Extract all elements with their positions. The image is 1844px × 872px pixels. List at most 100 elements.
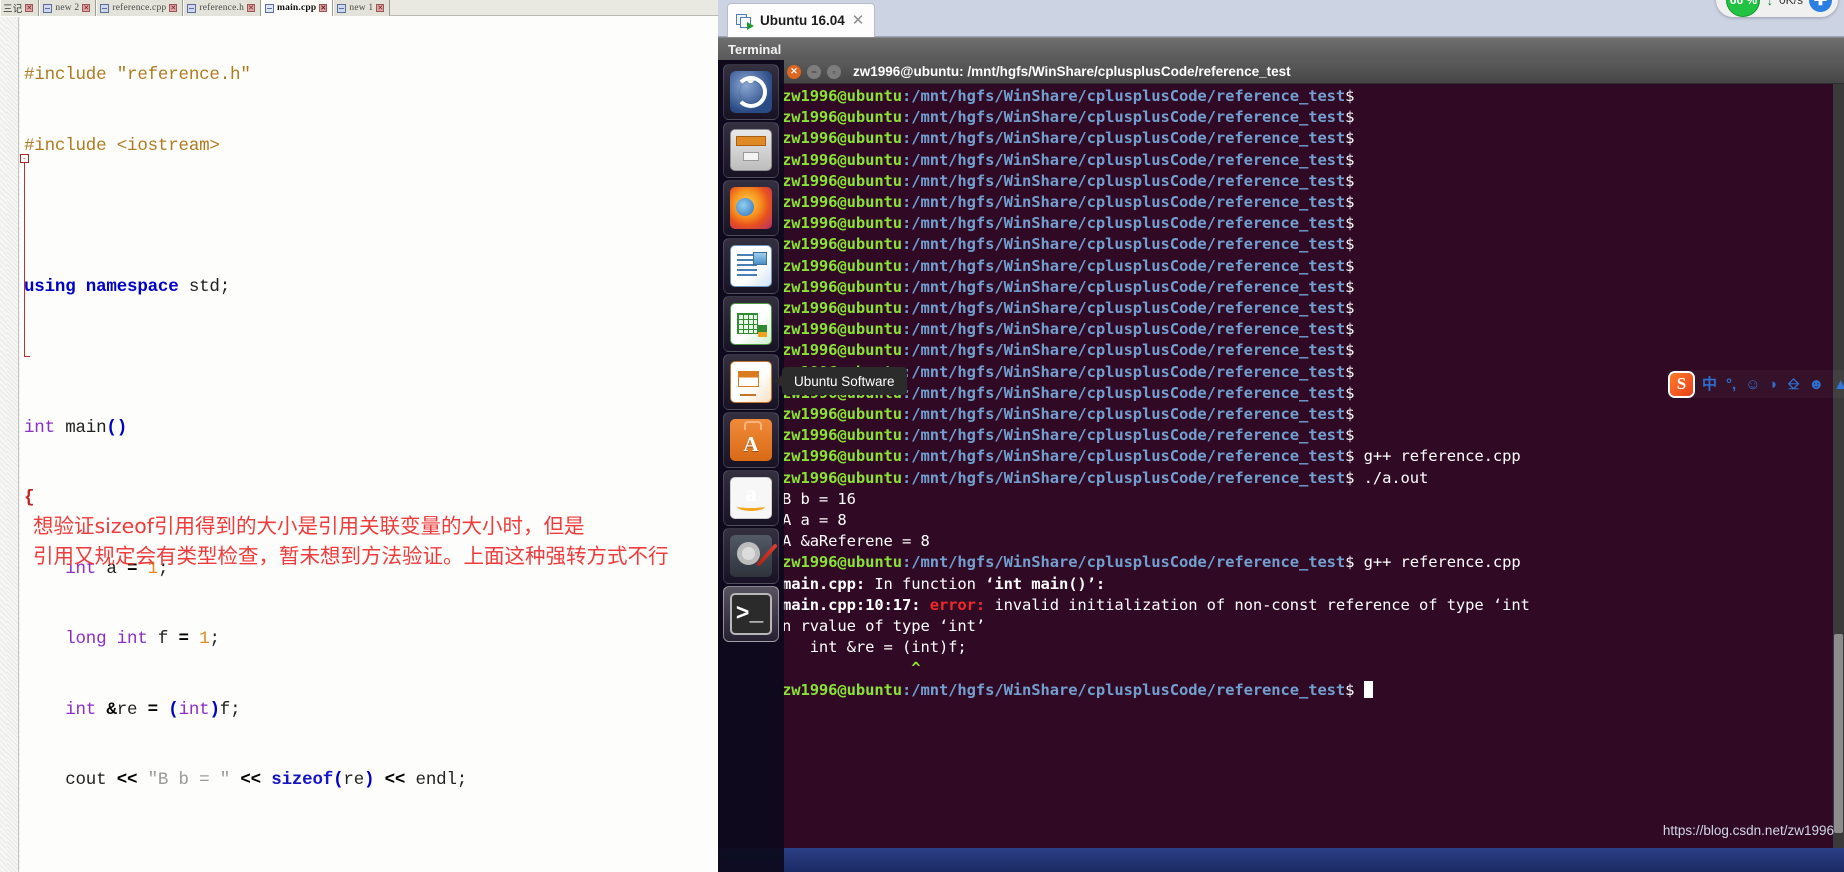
vm-tab-ubuntu[interactable]: Ubuntu 16.04 ✕	[727, 3, 876, 37]
code-token-re2: re	[343, 770, 365, 790]
launcher-item-amazon[interactable]: a	[723, 470, 779, 526]
terminal-token: zw1996@ubuntu	[782, 680, 903, 699]
terminal-line: zw1996@ubuntu:/mnt/hgfs/WinShare/cpluspl…	[782, 128, 1844, 149]
launcher-item-terminal[interactable]: >_	[723, 586, 779, 642]
close-icon[interactable]: ✕	[82, 4, 91, 12]
terminal-token: :/mnt/hgfs/WinShare/cplusplusCode/refere…	[902, 214, 1346, 233]
editor-tab-0[interactable]: 三记 ✕	[0, 0, 40, 16]
amazon-icon: a	[730, 477, 772, 519]
code-token-f2: f;	[219, 699, 241, 720]
download-arrow-icon: ↓	[1766, 0, 1773, 8]
terminal-line: zw1996@ubuntu:/mnt/hgfs/WinShare/cpluspl…	[782, 86, 1844, 107]
terminal-window[interactable]: ✕ − ▫ zw1996@ubuntu: /mnt/hgfs/WinShare/…	[780, 60, 1844, 848]
terminal-token: zw1996@ubuntu	[782, 341, 903, 360]
terminal-token: $	[1345, 405, 1355, 424]
code-token-cout: cout	[24, 770, 117, 790]
terminal-output[interactable]: zw1996@ubuntu:/mnt/hgfs/WinShare/cpluspl…	[780, 84, 1844, 848]
launcher-item-libreoffice-calc[interactable]	[723, 296, 779, 352]
ubuntu-desktop: a >_ Ubuntu Software ✕ − ▫ zw1996@	[718, 60, 1844, 872]
launcher-item-ubuntu-software[interactable]	[723, 412, 779, 468]
terminal-token: :/mnt/hgfs/WinShare/cplusplusCode/refere…	[902, 362, 1346, 381]
terminal-line: zw1996@ubuntu:/mnt/hgfs/WinShare/cpluspl…	[782, 680, 1844, 701]
document-icon	[100, 3, 110, 13]
code-token-int: int	[24, 699, 97, 720]
launcher-item-ubuntu-dash[interactable]	[723, 64, 779, 120]
terminal-line: ^	[782, 658, 1844, 679]
vm-tab-label: Ubuntu 16.04	[760, 13, 845, 28]
launcher-tooltip: Ubuntu Software	[774, 367, 907, 395]
terminal-token: $	[1345, 235, 1355, 254]
editor-tab-2[interactable]: reference.cpp ✕	[96, 0, 184, 16]
terminal-line: main.cpp: In function ‘int main()’:	[782, 574, 1844, 595]
unity-launcher: a >_	[718, 60, 784, 872]
vmware-window: Ubuntu 16.04 ✕ 66 % ↓ 0K/s ✚ Terminal A …	[718, 0, 1844, 872]
emoji-icon[interactable]: ☺	[1745, 377, 1760, 392]
launcher-item-system-settings[interactable]	[723, 528, 779, 584]
editor-tab-1[interactable]: new 2 ✕	[39, 0, 97, 16]
terminal-token: :/mnt/hgfs/WinShare/cplusplusCode/refere…	[902, 150, 1346, 169]
terminal-token: $	[1345, 277, 1355, 296]
annotation-line-1: 想验证sizeof引用得到的大小是引用关联变量的大小时，但是	[33, 514, 585, 538]
sogou-ime-toolbar[interactable]: S 中 °, ☺ ◗ ⎒ ☻ ▲	[1668, 370, 1844, 398]
launcher-item-firefox[interactable]	[723, 180, 779, 236]
terminal-token: $	[1345, 553, 1355, 572]
scrollbar-thumb[interactable]	[1834, 634, 1843, 833]
launcher-item-libreoffice-writer[interactable]	[723, 238, 779, 294]
terminal-token: $	[1345, 256, 1355, 275]
terminal-token: zw1996@ubuntu	[782, 214, 903, 233]
document-icon	[337, 3, 347, 13]
chinese-mode-icon[interactable]: 中	[1702, 377, 1717, 392]
add-badge-icon[interactable]: ✚	[1809, 0, 1832, 12]
user-account-icon[interactable]: ☻	[1808, 377, 1824, 392]
gear-wrench-icon	[730, 535, 772, 577]
editor-tab-bar: 三记 ✕ new 2 ✕ reference.cpp ✕ reference.h…	[0, 0, 718, 16]
launcher-item-libreoffice-impress[interactable]	[723, 354, 779, 410]
terminal-token: $	[1345, 87, 1355, 105]
editor-tab-5[interactable]: new 1 ✕	[333, 0, 391, 16]
code-token-cast	[158, 700, 168, 720]
code-token-re: re	[116, 699, 148, 720]
terminal-token: In function	[865, 574, 986, 593]
microphone-icon[interactable]: ◗	[1770, 377, 1779, 392]
sogou-logo-icon[interactable]: S	[1670, 372, 1693, 396]
code-token-string: "B b = "	[137, 770, 241, 790]
writer-document-icon	[730, 245, 772, 287]
terminal-line: int &re = (int)f;	[782, 637, 1844, 658]
focused-indicator-right-icon	[778, 610, 779, 620]
close-icon[interactable]: ✕	[247, 4, 256, 12]
terminal-token: :/mnt/hgfs/WinShare/cplusplusCode/refere…	[902, 320, 1346, 339]
terminal-line: zw1996@ubuntu:/mnt/hgfs/WinShare/cpluspl…	[782, 468, 1844, 489]
terminal-token: $	[1345, 150, 1355, 169]
close-icon[interactable]: ✕	[319, 4, 328, 12]
terminal-token: $	[1345, 341, 1355, 360]
editor-tab-3[interactable]: reference.h ✕	[183, 0, 262, 16]
keyboard-icon[interactable]: ⎒	[1788, 377, 1800, 392]
code-editor-area[interactable]: - #include "reference.h" #include <iostr…	[0, 17, 718, 872]
code-token-include: #include <iostream>	[24, 135, 220, 156]
terminal-token: :/mnt/hgfs/WinShare/cplusplusCode/refere…	[902, 171, 1346, 190]
terminal-line: zw1996@ubuntu:/mnt/hgfs/WinShare/cpluspl…	[782, 107, 1844, 128]
window-close-icon[interactable]: ✕	[787, 64, 801, 79]
window-minimize-icon[interactable]: −	[807, 64, 821, 79]
terminal-token: zw1996@ubuntu	[782, 405, 903, 424]
spreadsheet-icon	[730, 303, 772, 345]
network-indicator[interactable]: 66 % ↓ 0K/s ✚	[1716, 0, 1838, 17]
close-icon[interactable]: ✕	[852, 13, 865, 28]
editor-tab-4-active[interactable]: main.cpp ✕	[261, 0, 334, 16]
close-icon[interactable]: ✕	[25, 4, 34, 12]
close-icon[interactable]: ✕	[376, 4, 385, 12]
code-token-1: 1	[188, 629, 210, 649]
window-maximize-icon[interactable]: ▫	[827, 64, 841, 79]
launcher-item-files[interactable]	[723, 122, 779, 178]
terminal-token: zw1996@ubuntu	[782, 277, 903, 296]
close-icon[interactable]: ✕	[169, 4, 178, 12]
code-token-semi: ;	[209, 629, 220, 649]
skin-theme-icon[interactable]: ▲	[1833, 376, 1844, 393]
punctuation-mode-icon[interactable]: °,	[1726, 377, 1736, 392]
code-line: int &re = (int)f;	[24, 699, 718, 723]
terminal-token: :/mnt/hgfs/WinShare/cplusplusCode/refere…	[902, 383, 1346, 402]
code-token-longint: long int	[24, 629, 148, 649]
terminal-scrollbar[interactable]	[1833, 84, 1844, 848]
terminal-cursor	[1363, 680, 1373, 698]
terminal-token: $	[1345, 129, 1355, 148]
